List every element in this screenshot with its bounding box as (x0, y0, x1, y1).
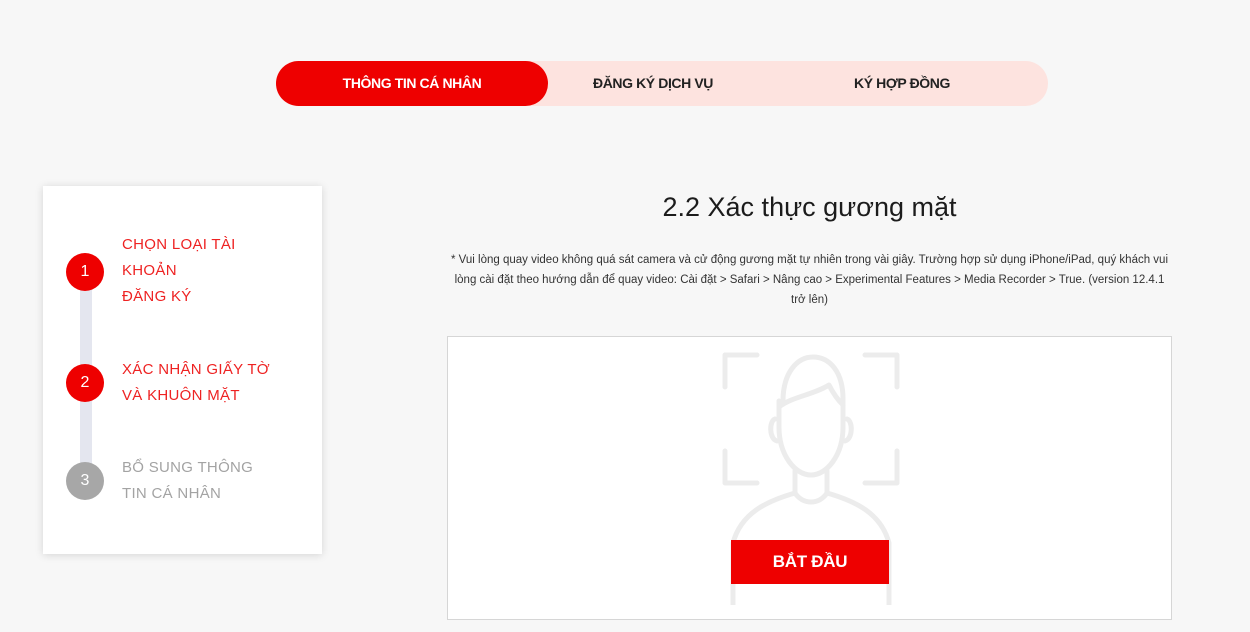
step-1-number: 1 (66, 253, 104, 291)
start-button[interactable]: BẮT ĐẦU (731, 540, 889, 584)
tab-personal-info[interactable]: THÔNG TIN CÁ NHÂN (276, 61, 548, 106)
tab-sign-contract[interactable]: KÝ HỢP ĐỒNG (816, 61, 988, 106)
step-3-label: BỔ SUNG THÔNG TIN CÁ NHÂN (122, 459, 254, 502)
instruction-note: * Vui lòng quay video không quá sát came… (450, 254, 1169, 306)
tab-service-registration[interactable]: ĐĂNG KÝ DỊCH VỤ (566, 61, 740, 106)
step-2-number: 2 (66, 364, 104, 402)
step-1-label: CHỌN LOẠI TÀI KHOẢN ĐĂNG KÝ (122, 236, 236, 305)
page-title: 2.2 Xác thực gương mặt (662, 192, 957, 222)
registration-tabs: THÔNG TIN CÁ NHÂN ĐĂNG KÝ DỊCH VỤ KÝ HỢP… (276, 61, 1048, 106)
steps-card: 1 CHỌN LOẠI TÀI KHOẢN ĐĂNG KÝ 2 XÁC NHẬN… (43, 186, 322, 554)
step-2-label: XÁC NHẬN GIẤY TỜ VÀ KHUÔN MẶT (122, 361, 270, 404)
video-capture-area[interactable]: BẮT ĐẦU (447, 336, 1172, 620)
step-3-number: 3 (66, 462, 104, 500)
